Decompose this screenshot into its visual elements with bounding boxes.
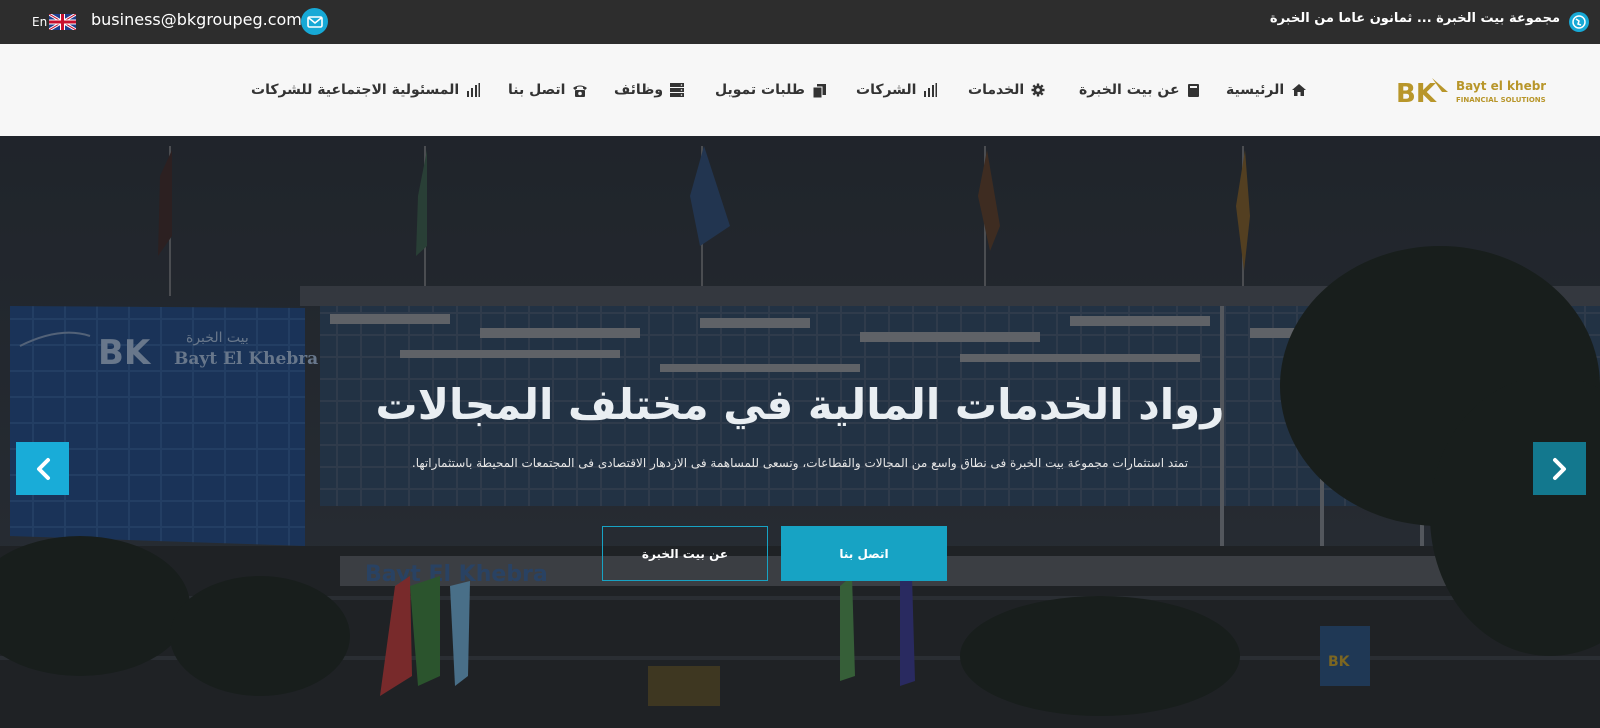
nav-item-label: عن بيت الخبرة bbox=[1079, 82, 1180, 98]
hero-title: رواد الخدمات المالية في مختلف المجالات bbox=[375, 380, 1225, 429]
home-icon bbox=[1292, 84, 1307, 96]
bar-chart-icon bbox=[924, 83, 938, 97]
hero-background-image: BK Bayt El Khebra بيت الخبرة Bayt El Khe… bbox=[0, 136, 1600, 728]
logo-tagline: FINANCIAL SOLUTIONS bbox=[1456, 96, 1546, 104]
about-button[interactable]: عن بيت الخبرة bbox=[602, 526, 768, 581]
envelope-icon[interactable] bbox=[301, 8, 328, 35]
contact-email-link[interactable]: business@bkgroupeg.com bbox=[91, 10, 302, 29]
language-switch[interactable]: En bbox=[32, 15, 47, 29]
main-navigation: BK Bayt el khebra FINANCIAL SOLUTIONS ال… bbox=[0, 44, 1600, 136]
nav-item-label: اتصل بنا bbox=[508, 82, 566, 98]
slider-prev-button[interactable] bbox=[16, 442, 69, 495]
nav-item-services[interactable]: الخدمات bbox=[968, 80, 1045, 100]
chevron-left-icon bbox=[36, 457, 50, 480]
nav-item-csr[interactable]: المسئولية الاجتماعية للشركات bbox=[251, 80, 481, 100]
book-icon bbox=[1187, 83, 1199, 97]
nav-item-label: المسئولية الاجتماعية للشركات bbox=[251, 82, 460, 98]
contact-us-button[interactable]: اتصل بنا bbox=[781, 526, 947, 581]
bar-chart-icon bbox=[467, 83, 481, 97]
nav-item-home[interactable]: الرئيسية bbox=[1226, 80, 1307, 100]
top-tagline: مجموعة بيت الخبرة ... ثمانون عاما من الخ… bbox=[1269, 11, 1560, 26]
company-logo[interactable]: BK Bayt el khebra FINANCIAL SOLUTIONS bbox=[1396, 72, 1554, 112]
top-bar: مجموعة بيت الخبرة ... ثمانون عاما من الخ… bbox=[0, 0, 1600, 44]
slider-next-button[interactable] bbox=[1533, 442, 1586, 495]
nav-item-label: الخدمات bbox=[968, 82, 1025, 98]
nav-item-companies[interactable]: الشركات bbox=[856, 80, 938, 100]
logo-mark: BK bbox=[1396, 79, 1437, 109]
nav-item-label: طلبات تمويل bbox=[715, 82, 805, 98]
nav-item-about[interactable]: عن بيت الخبرة bbox=[1079, 80, 1200, 100]
server-icon bbox=[670, 83, 685, 97]
hero-slider: BK Bayt El Khebra بيت الخبرة Bayt El Khe… bbox=[0, 136, 1600, 728]
uk-flag-icon[interactable] bbox=[48, 12, 77, 32]
phone-icon bbox=[573, 85, 588, 97]
nav-item-jobs[interactable]: وظائف bbox=[614, 80, 685, 100]
nav-item-label: الرئيسية bbox=[1226, 82, 1285, 98]
gear-icon bbox=[1031, 83, 1045, 97]
chevron-right-icon bbox=[1552, 457, 1566, 480]
globe-icon bbox=[1569, 12, 1589, 32]
nav-item-contact[interactable]: اتصل بنا bbox=[508, 80, 588, 100]
nav-item-financing[interactable]: طلبات تمويل bbox=[715, 80, 827, 100]
hero-subtitle: تمتد استثمارات مجموعة بيت الخبرة فى نطاق… bbox=[411, 456, 1189, 470]
nav-item-label: الشركات bbox=[856, 82, 917, 98]
logo-name: Bayt el khebra bbox=[1456, 79, 1546, 93]
files-icon bbox=[812, 83, 826, 98]
nav-item-label: وظائف bbox=[614, 82, 664, 98]
